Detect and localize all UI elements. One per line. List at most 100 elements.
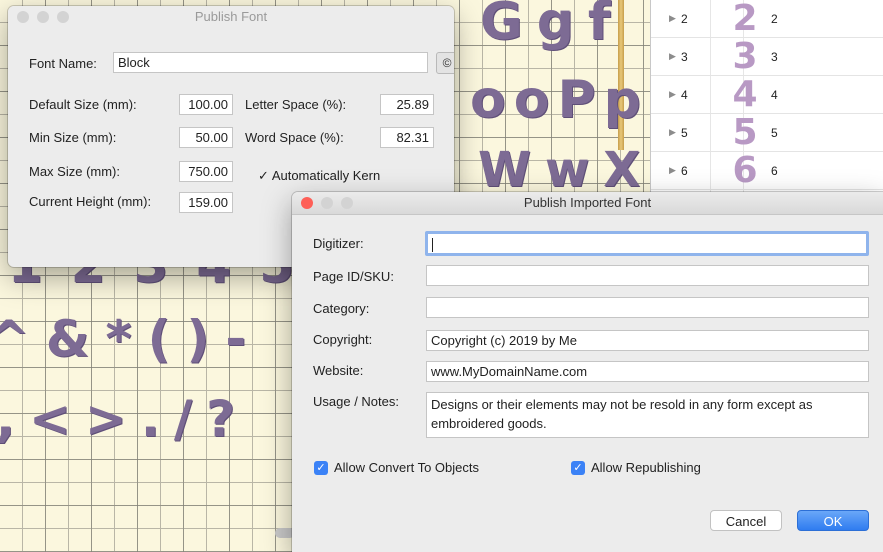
list-item[interactable]: ▶ 6 6 6 (651, 152, 883, 190)
minimize-window-icon[interactable] (321, 197, 333, 209)
close-window-icon[interactable] (17, 11, 29, 23)
letter-space-field[interactable]: 25.89 (380, 94, 434, 115)
glyph: o (513, 70, 550, 130)
letter-space-label: Letter Space (%): (245, 97, 347, 112)
copyright-label: Copyright: (313, 332, 373, 347)
list-item-number: 6 (681, 163, 688, 178)
allow-republishing-checkbox[interactable]: ✓ Allow Republishing (571, 460, 701, 475)
glyph: . (140, 390, 160, 448)
glyph: * (105, 310, 132, 368)
zoom-window-icon[interactable] (57, 11, 69, 23)
max-size-label: Max Size (mm): (29, 164, 120, 179)
close-window-icon[interactable] (301, 197, 313, 209)
list-item[interactable]: ▶ 3 3 3 (651, 38, 883, 76)
ok-button[interactable]: OK (797, 510, 869, 531)
glyph: X (603, 142, 641, 198)
max-size-field[interactable]: 750.00 (179, 161, 233, 182)
list-item-number: 4 (681, 87, 688, 102)
word-space-field[interactable]: 82.31 (380, 127, 434, 148)
list-item-number: 2 (681, 11, 688, 26)
glyph: f (587, 0, 611, 52)
usage-notes-label: Usage / Notes: (313, 394, 399, 409)
disclosure-triangle-icon[interactable]: ▶ (669, 127, 681, 138)
glyph-row-6: , < > . / ? (0, 390, 235, 448)
min-size-label: Min Size (mm): (29, 130, 117, 145)
disclosure-triangle-icon[interactable]: ▶ (669, 13, 681, 24)
minimize-window-icon[interactable] (37, 11, 49, 23)
list-item-value: 2 (771, 11, 778, 26)
automatically-kern-label: Automatically Kern (271, 168, 381, 183)
list-item-glyph: 3 (732, 36, 758, 77)
category-field[interactable] (426, 297, 869, 318)
window-controls (301, 197, 353, 209)
glyph: ^ (0, 310, 30, 368)
glyph: - (225, 310, 247, 368)
window-titlebar[interactable]: Publish Font (8, 6, 454, 28)
cancel-button[interactable]: Cancel (710, 510, 782, 531)
list-item-number: 3 (681, 49, 688, 64)
list-item-value: 4 (771, 87, 778, 102)
glyph: o (470, 70, 506, 130)
list-item-value: 3 (771, 49, 778, 64)
min-size-field[interactable]: 50.00 (179, 127, 233, 148)
list-item[interactable]: ▶ 5 5 5 (651, 114, 883, 152)
list-item-value: 6 (771, 163, 778, 178)
glyph: P (557, 70, 596, 130)
checkbox-checked-icon: ✓ (314, 460, 328, 475)
window-controls (17, 11, 69, 23)
zoom-window-icon[interactable] (341, 197, 353, 209)
default-size-field[interactable]: 100.00 (179, 94, 233, 115)
usage-notes-textarea[interactable]: Designs or their elements may not be res… (426, 392, 869, 438)
default-size-label: Default Size (mm): (29, 97, 137, 112)
font-name-field[interactable]: Block (113, 52, 428, 73)
page-id-sku-label: Page ID/SKU: (313, 269, 394, 284)
checkbox-checked-icon: ✓ (571, 460, 585, 475)
website-label: Website: (313, 363, 364, 378)
glyph-row-3: W w X (478, 142, 640, 198)
current-height-label: Current Height (mm): (29, 194, 152, 209)
website-field[interactable]: www.MyDomainName.com (426, 361, 869, 382)
copyright-field[interactable]: Copyright (c) 2019 by Me (426, 330, 869, 351)
current-height-field[interactable]: 159.00 (179, 192, 233, 213)
glyph: & (45, 310, 90, 368)
glyph: < (29, 390, 71, 448)
glyph: > (84, 390, 127, 448)
category-label: Category: (313, 301, 370, 316)
disclosure-triangle-icon[interactable]: ▶ (669, 51, 681, 62)
glyph: ( (147, 310, 171, 368)
list-item-glyph: 2 (732, 0, 758, 39)
glyph: W (478, 142, 531, 198)
glyph: , (0, 390, 15, 448)
window-title: Publish Imported Font (523, 195, 652, 210)
disclosure-triangle-icon[interactable]: ▶ (669, 165, 681, 176)
glyph-row-2: o o P p (470, 70, 641, 130)
glyph: ) (186, 310, 210, 368)
list-item[interactable]: ▶ 2 2 2 (651, 0, 883, 38)
allow-republishing-label: Allow Republishing (591, 460, 701, 475)
glyph: ? (206, 390, 236, 448)
glyph-row-5: ^ & * ( ) - (0, 310, 246, 368)
list-item-number: 5 (681, 125, 688, 140)
allow-convert-to-objects-label: Allow Convert To Objects (334, 460, 479, 475)
glyph: w (544, 142, 590, 198)
font-name-label: Font Name: (29, 56, 97, 71)
list-item-glyph: 4 (732, 74, 758, 115)
digitizer-field[interactable] (425, 231, 869, 256)
page-id-sku-field[interactable] (426, 265, 869, 286)
copyright-symbol-button[interactable]: © (436, 52, 454, 74)
list-item-value: 5 (771, 125, 778, 140)
list-item-glyph: 6 (732, 150, 758, 191)
glyph: g (536, 0, 574, 52)
word-space-label: Word Space (%): (245, 130, 344, 145)
digitizer-label: Digitizer: (313, 236, 364, 251)
glyph: G (480, 0, 523, 52)
automatically-kern-checkbox[interactable]: ✓ Automatically Kern (258, 168, 380, 184)
glyph-row-1: G g f (480, 0, 611, 52)
glyph: / (173, 390, 193, 448)
disclosure-triangle-icon[interactable]: ▶ (669, 89, 681, 100)
window-titlebar[interactable]: Publish Imported Font (292, 192, 883, 215)
list-item-glyph: 5 (732, 112, 758, 153)
publish-imported-font-window: Publish Imported Font Digitizer: Page ID… (292, 192, 883, 552)
allow-convert-to-objects-checkbox[interactable]: ✓ Allow Convert To Objects (314, 460, 479, 475)
list-item[interactable]: ▶ 4 4 4 (651, 76, 883, 114)
